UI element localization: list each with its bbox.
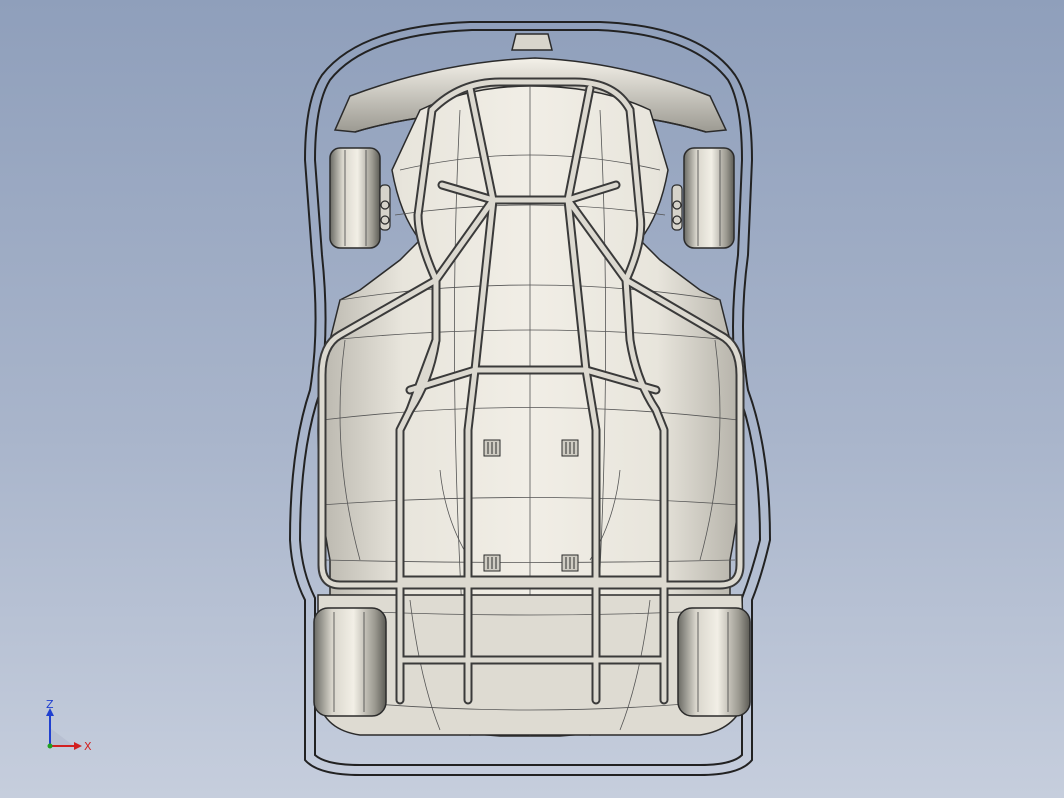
rear-left-tire: [313, 607, 387, 717]
front-left-tire: [329, 147, 381, 249]
x-axis-arrow: [74, 742, 82, 750]
x-axis-label: X: [84, 740, 92, 753]
y-axis-point: [47, 743, 53, 749]
kart-model-top-view[interactable]: [0, 0, 1064, 798]
z-axis-label: Z: [46, 698, 54, 711]
axis-triad: Z X: [46, 698, 92, 753]
triad-plane: [50, 728, 74, 746]
cad-viewport[interactable]: Z X: [0, 0, 1064, 798]
front-nose: [511, 33, 553, 51]
front-right-tire: [683, 147, 735, 249]
rear-right-tire: [677, 607, 751, 717]
